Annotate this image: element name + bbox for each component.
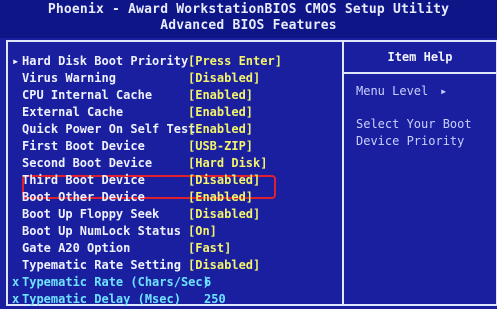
- setting-label: Second Boot Device: [22, 156, 153, 170]
- setting-row-boot-other-device[interactable]: Boot Other Device [Enabled]: [8, 190, 342, 207]
- setting-label: Virus Warning: [22, 71, 116, 85]
- setting-label: CPU Internal Cache: [22, 88, 153, 102]
- setting-label: Typematic Rate (Chars/Sec): [22, 275, 210, 289]
- setting-value[interactable]: [Disabled]: [188, 173, 260, 187]
- setting-row-third-boot-device[interactable]: Third Boot Device [Disabled]: [8, 173, 342, 190]
- setting-value[interactable]: [Enabled]: [188, 105, 253, 119]
- setting-row-boot-up-floppy-seek[interactable]: Boot Up Floppy Seek [Disabled]: [8, 207, 342, 224]
- setting-row-typematic-rate-setting[interactable]: Typematic Rate Setting [Disabled]: [8, 258, 342, 275]
- setting-row-gate-a20-option[interactable]: Gate A20 Option [Fast]: [8, 241, 342, 258]
- setting-label: Hard Disk Boot Priority: [22, 54, 189, 68]
- setting-row-first-boot-device[interactable]: First Boot Device [USB-ZIP]: [8, 139, 342, 156]
- menu-level-arrow-icon: ▸: [440, 84, 448, 98]
- setting-value[interactable]: [Press Enter]: [188, 54, 282, 68]
- setting-label: Boot Up NumLock Status: [22, 224, 181, 238]
- setting-value: 250: [204, 292, 226, 306]
- setting-label: Quick Power On Self Test: [22, 122, 196, 136]
- page-title: Advanced BIOS Features: [160, 18, 337, 33]
- setting-row-typematic-rate: x Typematic Rate (Chars/Sec) 6: [8, 275, 342, 292]
- setting-label: Third Boot Device: [22, 173, 145, 187]
- menu-level-label: Menu Level: [356, 84, 429, 98]
- setting-value[interactable]: [Fast]: [188, 241, 231, 255]
- setting-label: Boot Other Device: [22, 190, 145, 204]
- setting-value[interactable]: [Enabled]: [188, 122, 253, 136]
- title-bar: Phoenix - Award WorkstationBIOS CMOS Set…: [0, 0, 497, 38]
- setting-row-hard-disk-boot-priority[interactable]: ▸ Hard Disk Boot Priority [Press Enter]: [8, 54, 342, 71]
- setting-row-quick-power-on-self-test[interactable]: Quick Power On Self Test [Enabled]: [8, 122, 342, 139]
- disabled-x-icon: x: [12, 292, 20, 306]
- setting-label: Boot Up Floppy Seek: [22, 207, 160, 221]
- item-help-title: Item Help: [387, 50, 453, 64]
- setting-row-typematic-delay: x Typematic Delay (Msec) 250: [8, 292, 342, 309]
- setting-row-second-boot-device[interactable]: Second Boot Device [Hard Disk]: [8, 156, 342, 173]
- setting-label: Typematic Rate Setting: [22, 258, 181, 272]
- setting-row-virus-warning[interactable]: Virus Warning [Disabled]: [8, 71, 342, 88]
- setting-row-boot-up-numlock-status[interactable]: Boot Up NumLock Status [On]: [8, 224, 342, 241]
- setting-label: Gate A20 Option: [22, 241, 131, 255]
- setting-label: Typematic Delay (Msec): [22, 292, 181, 306]
- setting-value[interactable]: [Enabled]: [188, 190, 253, 204]
- setting-value[interactable]: [Disabled]: [188, 258, 260, 272]
- setting-value[interactable]: [Enabled]: [188, 88, 253, 102]
- setting-row-cpu-internal-cache[interactable]: CPU Internal Cache [Enabled]: [8, 88, 342, 105]
- setting-label: First Boot Device: [22, 139, 145, 153]
- divider: [344, 72, 496, 74]
- item-help-panel: Item Help Menu Level ▸ Select Your Boot …: [342, 40, 497, 306]
- setting-row-external-cache[interactable]: External Cache [Enabled]: [8, 105, 342, 122]
- setting-value: 6: [204, 275, 212, 289]
- help-text: Select Your Boot Device Priority: [356, 117, 472, 148]
- setting-value[interactable]: [Hard Disk]: [188, 156, 267, 170]
- setting-label: External Cache: [22, 105, 124, 119]
- settings-panel: ▸ Hard Disk Boot Priority [Press Enter] …: [6, 40, 344, 306]
- disabled-x-icon: x: [12, 275, 20, 289]
- setting-value[interactable]: [Disabled]: [188, 71, 260, 85]
- setting-value[interactable]: [On]: [188, 224, 217, 238]
- setting-value[interactable]: [USB-ZIP]: [188, 139, 253, 153]
- submenu-arrow-icon: ▸: [12, 54, 20, 68]
- setting-value[interactable]: [Disabled]: [188, 207, 260, 221]
- bios-title: Phoenix - Award WorkstationBIOS CMOS Set…: [47, 2, 450, 17]
